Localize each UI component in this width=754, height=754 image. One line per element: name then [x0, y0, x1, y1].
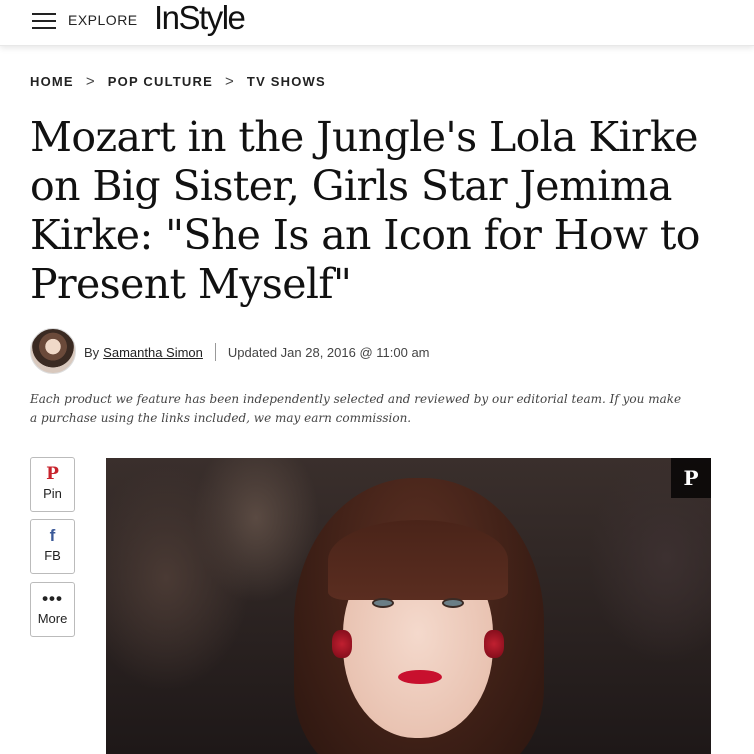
pin-share-button[interactable]: P Pin [30, 457, 75, 512]
breadcrumb-home[interactable]: HOME [30, 74, 74, 89]
byline-prefix: By [84, 344, 100, 360]
article-title: Mozart in the Jungle's Lola Kirke on Big… [30, 113, 700, 308]
more-icon: ••• [42, 589, 63, 608]
instyle-logo[interactable]: InStyle [154, 0, 246, 38]
breadcrumb-tv-shows[interactable]: TV SHOWS [247, 74, 326, 89]
hero-bangs [328, 520, 508, 600]
hero-eye-right [442, 598, 464, 608]
byline: By Samantha Simon Updated Jan 28, 2016 @… [84, 343, 430, 361]
facebook-share-label: FB [44, 548, 61, 563]
explore-menu-label[interactable]: EXPLORE [68, 12, 138, 28]
affiliate-disclaimer: Each product we feature has been indepen… [30, 392, 682, 425]
author-link[interactable]: Samantha Simon [103, 345, 203, 360]
hero-earring-right [484, 630, 504, 658]
hero-earring-left [332, 630, 352, 658]
chevron-right-icon: > [224, 73, 235, 90]
pinterest-save-icon[interactable]: P [671, 458, 711, 498]
byline-divider [214, 343, 216, 361]
chevron-right-icon: > [85, 73, 96, 90]
breadcrumb-pop-culture[interactable]: POP CULTURE [108, 74, 213, 89]
facebook-share-button[interactable]: f FB [30, 519, 75, 574]
pinterest-icon: P [46, 464, 59, 484]
site-header: EXPLORE InStyle [0, 0, 754, 46]
breadcrumb: HOME > POP CULTURE > TV SHOWS [30, 73, 326, 90]
author-avatar[interactable] [30, 328, 76, 374]
facebook-icon: f [49, 526, 56, 545]
hero-eye-left [372, 598, 394, 608]
updated-timestamp: Updated Jan 28, 2016 @ 11:00 am [227, 344, 430, 360]
hero-lips [398, 670, 442, 684]
hamburger-menu-icon[interactable] [32, 12, 56, 30]
pin-share-label: Pin [43, 486, 62, 501]
more-share-label: More [37, 611, 68, 626]
more-share-button[interactable]: ••• More [30, 582, 75, 637]
hero-image[interactable]: P [106, 458, 711, 754]
